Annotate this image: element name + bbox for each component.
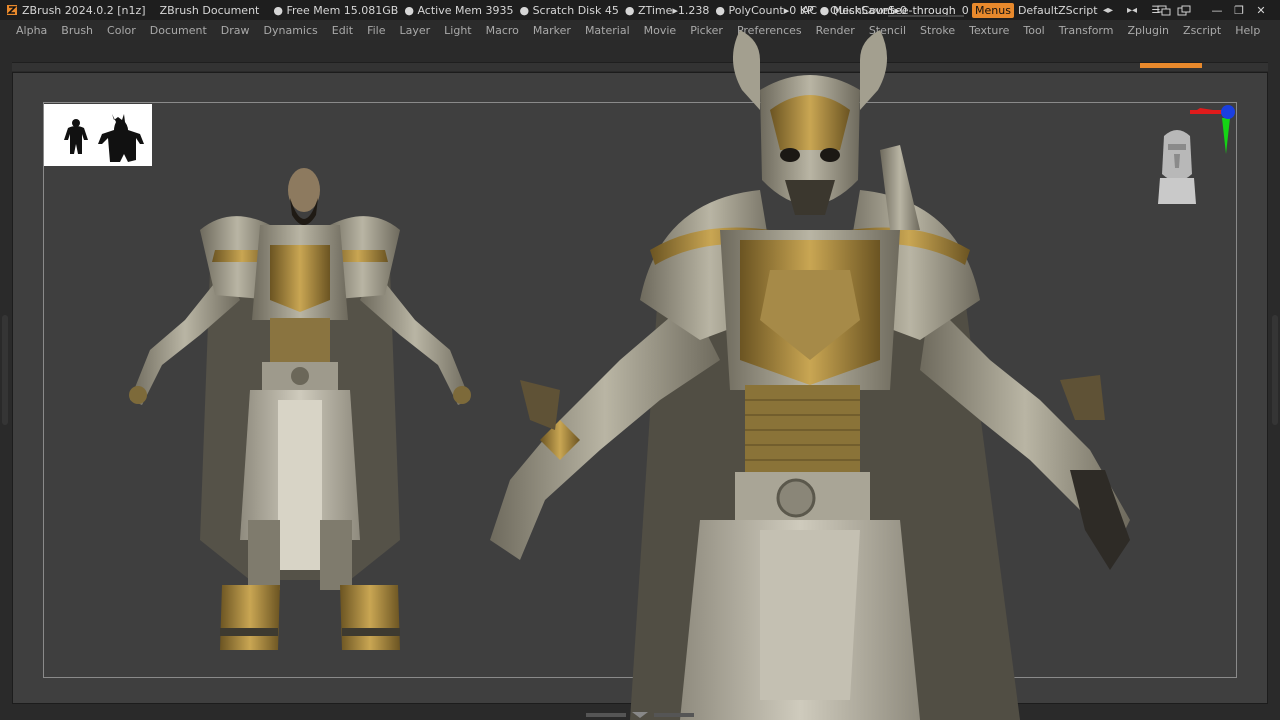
head-navigator-icon[interactable] [1154, 124, 1200, 206]
character-front-small [129, 168, 471, 650]
bottom-tray-handle[interactable] [586, 712, 694, 718]
viewport-render [129, 30, 1130, 720]
character-closeup-large [490, 30, 1130, 720]
